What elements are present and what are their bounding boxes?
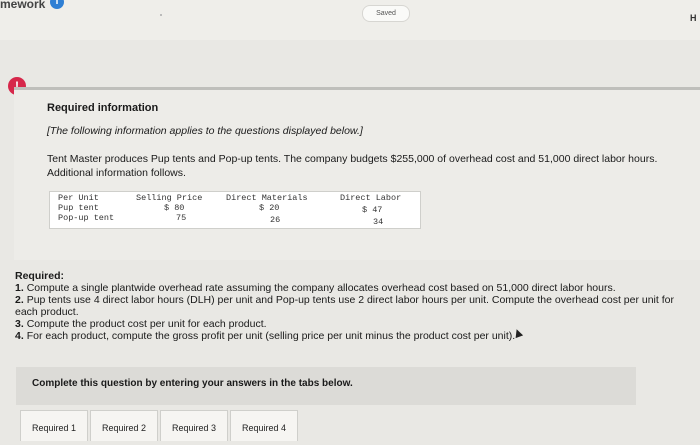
table-header-per-unit: Per Unit: [58, 193, 99, 203]
saved-status-badge: Saved: [362, 5, 410, 22]
table-row-popup-direct-materials: 26: [270, 215, 281, 225]
table-header-direct-materials: Direct Materials: [226, 193, 308, 203]
table-row-pup-direct-materials: $ 20: [259, 203, 280, 213]
instructions-banner: Complete this question by entering your …: [16, 367, 636, 405]
required-item-2: 2. Pup tents use 4 direct labor hours (D…: [15, 294, 695, 318]
table-row-pup-direct-labor: $ 47: [362, 205, 383, 215]
required-section: Required: 1. Compute a single plantwide …: [15, 270, 695, 342]
required-item-3-text: Compute the product cost per unit for ea…: [26, 318, 267, 330]
info-icon[interactable]: i: [50, 0, 64, 9]
required-item-1-number: 1.: [15, 282, 24, 294]
required-item-1-text: Compute a single plantwide overhead rate…: [26, 282, 616, 294]
table-row-popup-product: Pop-up tent: [58, 213, 115, 223]
required-item-3-number: 3.: [15, 318, 24, 330]
help-link[interactable]: H: [690, 13, 697, 23]
brand-label: mework: [0, 0, 46, 11]
product-data-table: Per Unit Selling Price Direct Materials …: [49, 191, 421, 229]
table-header-selling-price: Selling Price: [136, 193, 203, 203]
required-item-4-text: For each product, compute the gross prof…: [26, 330, 516, 342]
required-info-note: [The following information applies to th…: [47, 125, 363, 137]
tab-required-2[interactable]: Required 2: [90, 410, 158, 441]
table-header-direct-labor: Direct Labor: [340, 193, 402, 203]
tab-required-4[interactable]: Required 4: [230, 410, 298, 441]
table-row-pup-product: Pup tent: [58, 203, 99, 213]
top-bar: mework i Saved H: [0, 0, 700, 40]
instructions-text: Complete this question by entering your …: [32, 378, 353, 389]
required-item-2-text: Pup tents use 4 direct labor hours (DLH)…: [15, 294, 674, 318]
required-item-4-number: 4.: [15, 330, 24, 342]
tab-required-1[interactable]: Required 1: [20, 410, 88, 441]
table-row-popup-direct-labor: 34: [373, 217, 384, 227]
required-item-1: 1. Compute a single plantwide overhead r…: [15, 282, 695, 294]
divider-dot: [160, 14, 162, 16]
tab-required-3[interactable]: Required 3: [160, 410, 228, 441]
required-item-4: 4. For each product, compute the gross p…: [15, 330, 695, 342]
table-row-popup-selling-price: 75: [176, 213, 187, 223]
table-row-pup-selling-price: $ 80: [164, 203, 185, 213]
required-info-title: Required information: [47, 102, 159, 114]
required-heading: Required:: [15, 270, 65, 282]
required-info-description: Tent Master produces Pup tents and Pop-u…: [47, 153, 658, 179]
required-item-3: 3. Compute the product cost per unit for…: [15, 318, 695, 330]
required-item-2-number: 2.: [15, 294, 24, 306]
